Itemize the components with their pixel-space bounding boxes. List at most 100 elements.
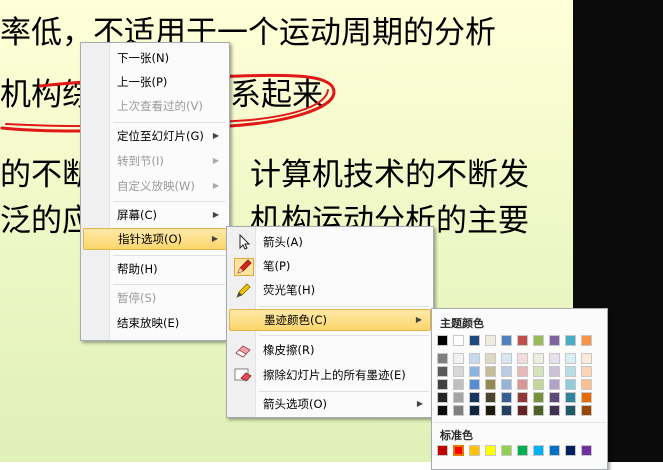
theme-shade-swatch[interactable] [501,379,512,390]
standard-color-swatch[interactable] [517,445,528,456]
theme-shade-swatch[interactable] [437,392,448,403]
theme-shade-swatch[interactable] [549,405,560,416]
theme-shade-swatch[interactable] [533,366,544,377]
submenu-arrow-icon: ▶ [415,315,422,324]
theme-shade-swatch[interactable] [549,353,560,364]
theme-shade-swatch[interactable] [581,353,592,364]
standard-color-swatch[interactable] [549,445,560,456]
theme-shade-swatch[interactable] [533,379,544,390]
standard-color-swatch[interactable] [485,445,496,456]
arrow-cursor-icon [239,234,251,250]
theme-color-swatch[interactable] [581,335,592,346]
menu-item-pause[interactable]: 暂停(S) [83,287,227,309]
theme-color-swatch[interactable] [517,335,528,346]
theme-shade-swatch[interactable] [501,392,512,403]
theme-shade-swatch[interactable] [581,379,592,390]
menu-item-go-to-slide[interactable]: 定位至幻灯片(G) ▶ [83,125,227,147]
theme-shade-swatch[interactable] [533,353,544,364]
theme-shade-swatch[interactable] [517,405,528,416]
menu-item-go-to-section[interactable]: 转到节(I) ▶ [83,150,227,172]
submenu-arrow-icon: ▶ [212,181,219,190]
theme-shade-swatch[interactable] [469,353,480,364]
slideshow-context-menu: 下一张(N) 上一张(P) 上次查看过的(V) 定位至幻灯片(G) ▶ 转到节(I… [80,42,230,341]
theme-shade-swatch[interactable] [437,353,448,364]
theme-color-swatch[interactable] [533,335,544,346]
theme-shade-swatch[interactable] [453,379,464,390]
menu-item-help[interactable]: 帮助(H) [83,258,227,280]
theme-shade-swatch[interactable] [565,379,576,390]
theme-shade-swatch[interactable] [437,379,448,390]
menu-item-erase-all-ink[interactable]: 擦除幻灯片上的所有墨迹(E) [229,364,431,386]
theme-shade-swatch[interactable] [501,405,512,416]
ink-color-palette: 主题颜色 标准色 [431,308,608,470]
menu-item-pointer-options[interactable]: 指针选项(O) ▶ [83,228,227,250]
menu-item-arrow-options[interactable]: 箭头选项(O) ▶ [229,393,431,415]
theme-shade-swatch[interactable] [517,366,528,377]
theme-shade-swatch[interactable] [549,379,560,390]
theme-shade-swatch[interactable] [469,379,480,390]
theme-shade-swatch[interactable] [565,392,576,403]
theme-shade-swatch[interactable] [485,405,496,416]
menu-item-previous[interactable]: 上一张(P) [83,71,227,93]
theme-shade-swatch[interactable] [469,405,480,416]
menu-item-ink-color[interactable]: 墨迹颜色(C) ▶ [229,309,431,331]
menu-item-screen[interactable]: 屏幕(C) ▶ [83,204,227,226]
menu-item-custom-show[interactable]: 自定义放映(W) ▶ [83,175,227,197]
erase-all-icon [234,368,252,382]
theme-shade-swatch[interactable] [485,392,496,403]
theme-shade-swatch[interactable] [549,392,560,403]
submenu-arrow-icon: ▶ [211,234,218,243]
theme-color-swatch[interactable] [565,335,576,346]
theme-color-swatch[interactable] [501,335,512,346]
slide-text-line-1: 率低，不适用于一个运动周期的分析 [0,15,496,51]
theme-color-swatch[interactable] [549,335,560,346]
theme-shade-swatch[interactable] [469,366,480,377]
standard-color-swatch[interactable] [437,445,448,456]
standard-color-swatch[interactable] [533,445,544,456]
theme-shade-swatch[interactable] [485,366,496,377]
theme-shade-swatch[interactable] [565,405,576,416]
menu-item-eraser[interactable]: 橡皮擦(R) [229,339,431,361]
menu-item-pen[interactable]: 笔(P) [229,255,431,277]
theme-shade-swatch[interactable] [565,366,576,377]
theme-shade-swatch[interactable] [517,353,528,364]
theme-shade-swatch[interactable] [533,405,544,416]
theme-color-swatch[interactable] [469,335,480,346]
theme-color-swatch[interactable] [437,335,448,346]
theme-shade-swatch[interactable] [469,392,480,403]
theme-shade-swatch[interactable] [517,392,528,403]
theme-shade-swatch[interactable] [453,405,464,416]
theme-shade-swatch[interactable] [581,366,592,377]
standard-color-swatch[interactable] [469,445,480,456]
standard-color-swatch[interactable] [581,445,592,456]
standard-color-swatch[interactable] [565,445,576,456]
eraser-icon [235,345,251,358]
theme-shade-swatch[interactable] [581,392,592,403]
theme-shade-swatch[interactable] [437,366,448,377]
theme-shade-swatch[interactable] [565,353,576,364]
standard-color-swatch[interactable] [453,445,464,456]
theme-shade-swatch[interactable] [533,392,544,403]
menu-item-arrow[interactable]: 箭头(A) [229,231,431,253]
standard-color-swatch[interactable] [501,445,512,456]
theme-shade-swatch[interactable] [453,392,464,403]
theme-shade-swatch[interactable] [485,353,496,364]
menu-item-end-show[interactable]: 结束放映(E) [83,312,227,334]
theme-shade-swatch[interactable] [501,366,512,377]
menu-item-last-viewed[interactable]: 上次查看过的(V) [83,95,227,117]
theme-shade-swatch[interactable] [581,405,592,416]
theme-shade-swatch[interactable] [485,379,496,390]
theme-shade-swatch[interactable] [549,366,560,377]
pen-icon [234,258,254,276]
menu-item-next[interactable]: 下一张(N) [83,47,227,69]
standard-colors-title: 标准色 [440,429,473,442]
theme-shade-swatch[interactable] [517,379,528,390]
theme-color-swatch[interactable] [485,335,496,346]
theme-shade-swatch[interactable] [453,353,464,364]
theme-shade-swatch[interactable] [501,353,512,364]
submenu-arrow-icon: ▶ [212,210,219,219]
theme-shade-swatch[interactable] [453,366,464,377]
theme-color-swatch[interactable] [453,335,464,346]
theme-shade-swatch[interactable] [437,405,448,416]
menu-item-highlighter[interactable]: 荧光笔(H) [229,279,431,301]
